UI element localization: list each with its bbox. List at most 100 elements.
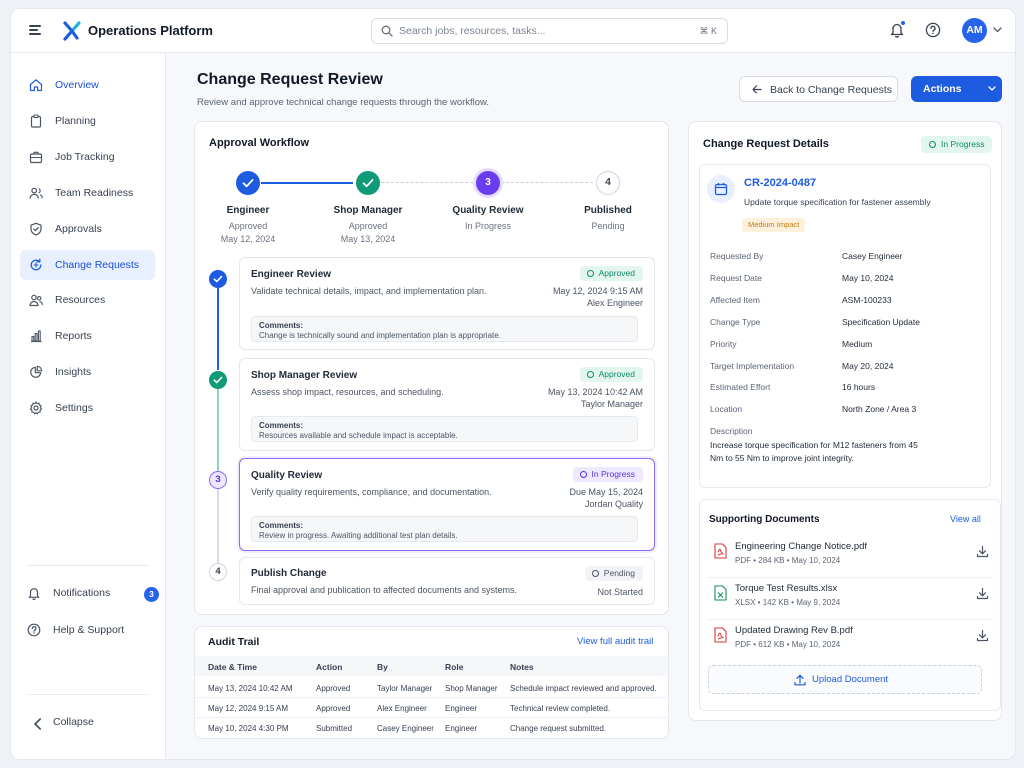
sidebar-item-reports[interactable]: Reports <box>20 321 155 351</box>
notifications-button[interactable] <box>889 20 906 41</box>
sidebar-divider <box>27 694 149 695</box>
sidebar-item-notifications[interactable]: Notifications 3 <box>20 578 159 608</box>
review-card-quality[interactable]: Quality Review Verify quality requiremen… <box>239 458 655 551</box>
sidebar-item-team-readiness[interactable]: Team Readiness <box>20 178 155 208</box>
pie-chart-icon <box>30 365 43 378</box>
view-all-documents-link[interactable]: View all <box>950 514 981 524</box>
step-date: May 12, 2024 <box>220 234 276 244</box>
timeline-line <box>217 389 219 471</box>
sidebar-collapse-button[interactable]: Collapse <box>20 707 155 737</box>
download-icon[interactable] <box>976 629 989 642</box>
review-comments: Comments: Review in progress. Awaiting a… <box>251 516 638 542</box>
back-button-label: Back to Change Requests <box>770 84 892 96</box>
detail-label: Target Implementation <box>710 361 795 371</box>
cell-role: Engineer <box>445 724 478 733</box>
sidebar-item-insights[interactable]: Insights <box>20 357 155 387</box>
comments-label: Comments: <box>259 421 304 430</box>
document-row[interactable]: Engineering Change Notice.pdf PDF • 284 … <box>708 537 991 577</box>
search-bar[interactable]: ⌘ K <box>371 18 728 44</box>
detail-label: Location <box>710 404 743 414</box>
user-avatar[interactable]: AM <box>962 18 987 43</box>
chevron-down-icon[interactable] <box>993 27 1002 33</box>
calendar-icon-badge <box>707 175 735 203</box>
page-title: Change Request Review <box>197 71 383 88</box>
cell-action: Approved <box>316 684 351 693</box>
page-subtitle: Review and approve technical change requ… <box>197 97 490 108</box>
sidebar-item-planning[interactable]: Planning <box>20 106 155 136</box>
sidebar-item-approvals[interactable]: Approvals <box>20 214 155 244</box>
search-input[interactable] <box>399 24 679 38</box>
status-dot-icon <box>586 371 594 378</box>
sidebar-item-label: Notifications <box>53 587 111 599</box>
help-icon <box>27 623 41 637</box>
download-icon[interactable] <box>976 587 989 600</box>
change-request-id[interactable]: CR-2024-0487 <box>744 177 816 189</box>
sidebar: Overview Planning Job Tracking Team Read… <box>11 53 166 759</box>
column-header: Action <box>316 662 343 672</box>
sidebar-item-job-tracking[interactable]: Job Tracking <box>20 142 155 172</box>
timeline-node-complete <box>209 270 227 288</box>
review-reviewer: Taylor Manager <box>580 399 643 409</box>
review-title: Engineer Review <box>251 269 332 280</box>
sidebar-item-resources[interactable]: Resources <box>20 285 155 315</box>
cell-date: May 13, 2024 10:42 AM <box>208 684 293 693</box>
sidebar-item-label: Help & Support <box>53 624 125 636</box>
row-divider <box>194 717 669 718</box>
cell-notes: Technical review completed. <box>510 704 611 713</box>
menu-toggle-icon[interactable] <box>29 25 41 35</box>
sidebar-item-label: Resources <box>55 294 106 306</box>
timeline-line <box>217 288 219 370</box>
impact-badge: Medium Impact <box>742 218 806 232</box>
comments-text: Review in progress. Awaiting additional … <box>259 531 458 540</box>
details-title: Change Request Details <box>703 138 829 150</box>
sidebar-item-help-support[interactable]: Help & Support <box>20 615 155 645</box>
actions-button-label: Actions <box>923 83 962 95</box>
gear-icon <box>29 401 43 415</box>
review-card-engineer[interactable]: Engineer Review Validate technical detai… <box>239 257 655 350</box>
back-to-change-requests-button[interactable]: Back to Change Requests <box>739 76 898 102</box>
review-date: May 12, 2024 9:15 AM <box>552 286 643 296</box>
document-row[interactable]: Torque Test Results.xlsx XLSX • 142 KB •… <box>708 579 991 619</box>
cell-by: Casey Engineer <box>377 724 434 733</box>
sidebar-item-overview[interactable]: Overview <box>20 70 155 100</box>
step-complete-indicator <box>236 171 260 195</box>
status-dot-icon <box>579 471 587 478</box>
cell-by: Taylor Manager <box>377 684 433 693</box>
cell-notes: Change request submitted. <box>510 724 607 733</box>
sidebar-item-label: Planning <box>55 115 96 127</box>
help-icon[interactable] <box>925 22 941 38</box>
column-header: Notes <box>510 662 534 672</box>
users-icon <box>29 187 43 199</box>
check-icon <box>242 179 254 188</box>
status-dot-icon <box>591 570 599 577</box>
status-badge: Approved <box>579 266 643 281</box>
column-header: Role <box>445 662 464 672</box>
column-header: Date & Time <box>208 662 257 672</box>
review-comments: Comments: Change is technically sound an… <box>251 316 638 342</box>
sidebar-item-label: Reports <box>55 330 92 342</box>
check-icon <box>362 179 374 188</box>
sidebar-item-settings[interactable]: Settings <box>20 393 155 423</box>
detail-value: May 10, 2024 <box>842 273 894 283</box>
download-icon[interactable] <box>976 545 989 558</box>
sidebar-item-change-requests[interactable]: Change Requests <box>20 250 155 280</box>
calendar-icon <box>714 183 728 196</box>
status-badge: In Progress <box>921 136 993 153</box>
pdf-file-icon <box>714 543 727 559</box>
view-full-audit-trail-link[interactable]: View full audit trail <box>577 636 653 647</box>
timeline-node-complete <box>209 371 227 389</box>
step-status: In Progress <box>464 221 512 231</box>
sidebar-item-label: Approvals <box>55 223 102 235</box>
review-card-publish[interactable]: Publish Change Final approval and public… <box>239 557 655 605</box>
timeline-node-pending: 4 <box>209 563 227 581</box>
chevron-left-icon <box>33 718 42 730</box>
document-row[interactable]: Updated Drawing Rev B.pdf PDF • 612 KB •… <box>708 621 991 661</box>
upload-document-button[interactable]: Upload Document <box>708 665 982 694</box>
actions-dropdown-button[interactable]: Actions <box>911 76 1002 102</box>
detail-value: Specification Update <box>842 317 920 327</box>
cell-action: Submitted <box>316 724 353 733</box>
detail-value: North Zone / Area 3 <box>842 404 917 414</box>
people-icon <box>29 294 43 307</box>
bar-chart-icon <box>31 330 42 343</box>
review-card-shop-manager[interactable]: Shop Manager Review Assess shop impact, … <box>239 358 655 451</box>
